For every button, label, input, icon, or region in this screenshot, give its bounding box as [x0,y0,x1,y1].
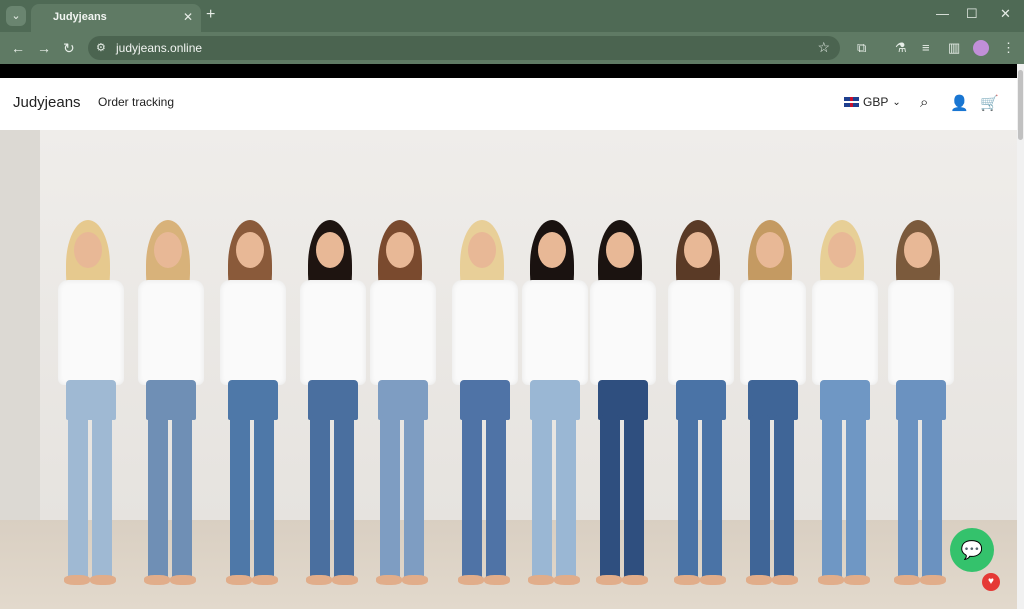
hero-image [0,130,1017,609]
minimize-icon[interactable]: — [936,6,949,21]
new-tab-icon[interactable]: + [206,6,215,24]
close-window-icon[interactable]: ✕ [1000,6,1011,22]
currency-label: GBP [863,95,889,109]
brand-logo[interactable]: Judyjeans [13,94,81,111]
toolbar: ← → ↻ ⚙ judyjeans.online ☆ ⧉ ⚗ ≡ ▥ ⋮ [0,32,1024,64]
forward-icon[interactable]: → [37,40,51,56]
chat-button[interactable]: 💬 [950,528,994,572]
menu-icon[interactable]: ⋮ [1002,40,1015,56]
scrollbar-thumb[interactable] [1018,70,1023,140]
tab-title: Judyjeans [53,11,107,23]
sidepanel-icon[interactable]: ▥ [948,40,960,56]
extensions-icon[interactable]: ⧉ [857,40,866,56]
account-icon[interactable]: 👤 [950,94,969,112]
cart-icon[interactable]: 🛒 [980,94,999,112]
tab-search-icon[interactable]: ≡ [922,40,930,55]
close-icon[interactable]: ✕ [183,10,193,24]
tab-menu-icon[interactable]: ⌄ [6,6,26,26]
search-icon[interactable]: ⌕ [920,94,928,111]
announcement-bar [0,64,1017,78]
url-text[interactable]: judyjeans.online [116,41,202,55]
tab-strip: ⌄ Judyjeans ✕ + — ☐ ✕ [0,0,1024,32]
web-page: Judyjeans Order tracking GBP ⌄ ⌕ 👤 🛒 [0,64,1017,609]
star-icon[interactable]: ☆ [817,39,830,56]
currency-selector[interactable]: GBP ⌄ [844,95,901,109]
uk-flag-icon [844,97,859,107]
chevron-down-icon: ⌄ [892,96,901,108]
site-header: Judyjeans Order tracking GBP ⌄ ⌕ 👤 🛒 [0,78,1017,131]
scrollbar[interactable] [1017,64,1024,609]
site-settings-icon[interactable]: ⚙ [96,41,106,54]
hero-side-wall [0,130,42,550]
active-tab[interactable]: Judyjeans ✕ [31,4,201,32]
address-bar[interactable]: ⚙ judyjeans.online ☆ [88,36,840,60]
maximize-icon[interactable]: ☐ [966,6,978,22]
profile-icon[interactable] [973,40,989,56]
flask-icon[interactable]: ⚗ [895,40,907,56]
back-icon[interactable]: ← [11,40,25,56]
notification-badge-icon[interactable]: ♥ [982,573,1000,591]
nav-order-tracking[interactable]: Order tracking [98,95,174,109]
reload-icon[interactable]: ↻ [63,40,75,57]
